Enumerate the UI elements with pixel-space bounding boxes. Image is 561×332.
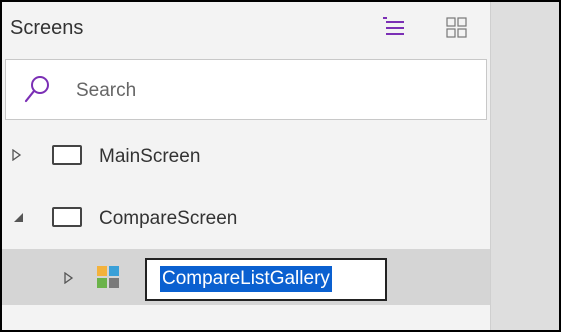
screen-icon bbox=[52, 207, 82, 227]
screens-panel: Screens Search MainScreen CompareScreen … bbox=[2, 2, 490, 330]
tree-item-label: MainScreen bbox=[99, 146, 201, 167]
search-icon bbox=[23, 74, 51, 109]
search-box[interactable]: Search bbox=[5, 59, 487, 120]
tree-view-icon[interactable] bbox=[382, 16, 406, 40]
canvas-area bbox=[490, 2, 559, 330]
expand-arrow-icon[interactable] bbox=[64, 271, 74, 289]
rename-input[interactable]: CompareListGallery bbox=[145, 258, 387, 301]
expand-arrow-icon[interactable] bbox=[12, 148, 22, 166]
screen-icon bbox=[52, 145, 82, 165]
screen-frame: Screens Search MainScreen CompareScreen … bbox=[2, 2, 559, 330]
tree-item-mainscreen[interactable]: MainScreen bbox=[2, 128, 490, 188]
tree-item-comparescreen[interactable]: CompareScreen bbox=[2, 190, 490, 250]
search-placeholder: Search bbox=[76, 80, 137, 101]
rename-input-text: CompareListGallery bbox=[160, 266, 332, 292]
gallery-icon bbox=[97, 266, 119, 293]
grid-view-icon[interactable] bbox=[445, 16, 469, 40]
panel-header: Screens bbox=[2, 2, 490, 58]
panel-title: Screens bbox=[10, 17, 84, 39]
tree-item-label: CompareScreen bbox=[99, 208, 238, 229]
collapse-arrow-icon[interactable] bbox=[12, 210, 24, 228]
